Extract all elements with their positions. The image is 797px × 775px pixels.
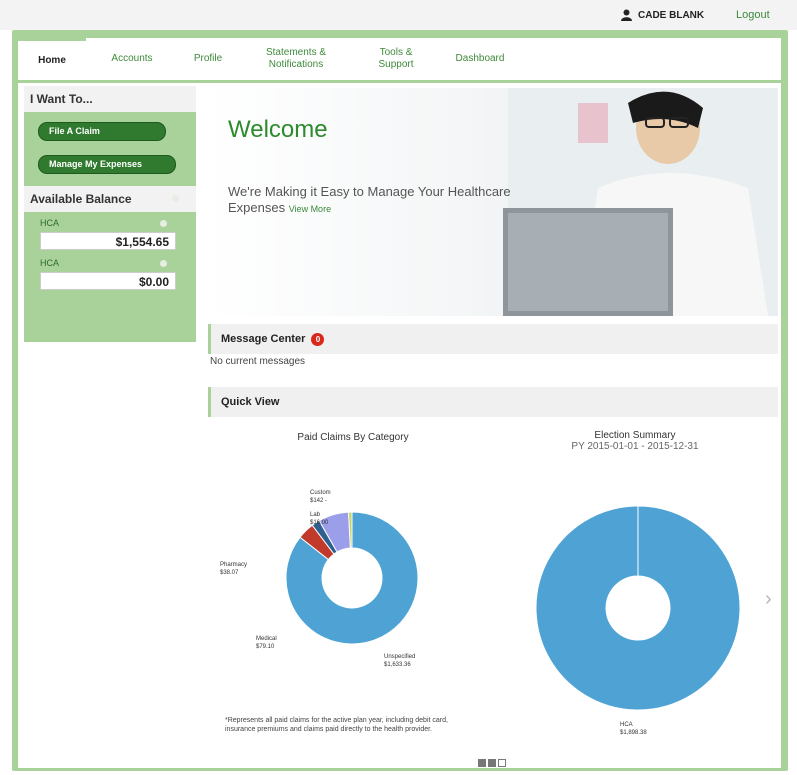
welcome-banner: Welcome We're Making it Easy to Manage Y… [208,88,778,316]
pie-slice-hca[interactable] [535,505,741,711]
chart-footnote: *Represents all paid claims for the acti… [225,717,448,733]
paid-claims-chart-title: Paid Claims By Category [297,432,409,443]
user-name: CADE BLANK [638,9,705,21]
pie-label-unspecified: Unspecified $1,633.36 [384,654,415,668]
logout-link[interactable]: Logout [736,9,770,21]
view-more-link[interactable]: View More [289,204,331,214]
welcome-subtitle: We're Making it Easy to Manage Your Heal… [228,184,518,217]
quick-view-heading: Quick View [208,387,778,417]
account-info-icon[interactable] [160,260,167,267]
user-menu[interactable]: CADE BLANK [621,9,704,21]
message-center-title: Message Center [221,333,306,345]
carousel-next-arrow-icon[interactable]: › [765,588,772,611]
carousel-pager [478,759,506,767]
tab-accounts[interactable]: Accounts [86,38,178,80]
manage-expenses-button[interactable]: Manage My Expenses [38,155,176,174]
welcome-title: Welcome [228,116,328,143]
paid-claims-donut-chart: Unspecified $1,633.36 Medical $79.10 Pharmac… [220,490,419,668]
message-empty-text: No current messages [210,356,306,367]
info-icon[interactable] [172,195,179,202]
tab-home[interactable]: Home [18,38,86,80]
main-nav: Home Accounts Profile Statements & Notif… [18,38,781,83]
account-type-label: HCA [40,218,60,228]
account-type-label: HCA [40,258,60,268]
message-count-badge[interactable]: 0 [311,332,325,346]
account-balance-value: $0.00 [40,272,176,290]
tab-tools-support[interactable]: Tools & Support [354,38,438,80]
sidebar: I Want To... File A Claim Manage My Expe… [24,86,196,342]
pager-dot[interactable] [488,759,496,767]
pie-label-medical: Medical $79.10 [256,636,277,650]
pie-label-pharmacy: Pharmacy $38.07 [220,562,247,576]
available-balance-title: Available Balance [30,192,132,206]
election-summary-title: Election Summary PY 2015-01-01 - 2015-12… [540,430,730,452]
welcome-subtitle-text: We're Making it Easy to Manage Your Heal… [228,184,511,215]
message-center-heading: Message Center 0 [208,324,778,354]
top-bar: CADE BLANK Logout [0,0,797,30]
pager-dot[interactable] [498,759,506,767]
pager-dot[interactable] [478,759,486,767]
file-claim-button[interactable]: File A Claim [38,122,166,141]
i-want-to-heading: I Want To... [24,86,196,112]
election-summary-heading: Election Summary [594,430,676,441]
user-icon [621,9,632,21]
election-summary-donut-chart: HCA $1,898.38 [535,505,741,736]
tab-statements[interactable]: Statements & Notifications [238,38,354,80]
pie-label-custom: Custom $142 - [310,490,331,504]
tab-dashboard[interactable]: Dashboard [438,38,522,80]
tab-profile[interactable]: Profile [178,38,238,80]
pie-label-hca: HCA $1,898.38 [620,722,647,736]
election-summary-period: PY 2015-01-01 - 2015-12-31 [571,441,699,452]
account-info-icon[interactable] [160,220,167,227]
available-balance-heading: Available Balance [24,186,196,212]
account-balance-value: $1,554.65 [40,232,176,250]
